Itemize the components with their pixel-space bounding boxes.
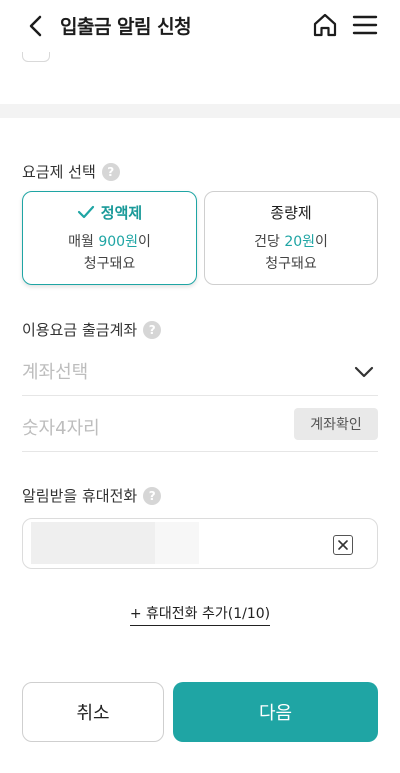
plan-price: 20원 bbox=[284, 233, 316, 250]
account-section-label: 이용요금 출금계좌 ? bbox=[22, 319, 162, 340]
menu-button[interactable] bbox=[351, 11, 379, 39]
plan-desc-line2: 청구돼요 bbox=[83, 255, 136, 272]
page-title: 입출금 알림 신청 bbox=[60, 16, 192, 38]
clear-phone-button[interactable] bbox=[333, 535, 353, 555]
account-select[interactable]: 계좌선택 bbox=[22, 352, 378, 396]
chevron-left-icon bbox=[29, 15, 42, 37]
add-phone-link[interactable]: + 휴대전화 추가(1/10) bbox=[129, 606, 271, 626]
scrolled-checkbox-edge bbox=[22, 52, 50, 62]
plan-section-label: 요금제 선택 ? bbox=[22, 161, 120, 182]
account-pin-field[interactable]: 숫자4자리 계좌확인 bbox=[22, 408, 378, 452]
verify-account-button[interactable]: 계좌확인 bbox=[294, 408, 378, 440]
plan-description: 매월 900원이 청구돼요 bbox=[68, 231, 151, 275]
plan-price: 900원 bbox=[98, 233, 138, 250]
account-pin-placeholder: 숫자4자리 bbox=[22, 418, 100, 439]
next-button[interactable]: 다음 bbox=[173, 682, 378, 742]
section-divider bbox=[0, 104, 400, 118]
plan-name-text: 종량제 bbox=[270, 203, 312, 222]
plan-card-flat-rate[interactable]: 정액제 매월 900원이 청구돼요 bbox=[22, 191, 197, 285]
account-select-placeholder: 계좌선택 bbox=[22, 362, 89, 383]
cancel-button[interactable]: 취소 bbox=[22, 682, 164, 742]
home-icon bbox=[313, 13, 337, 37]
help-icon[interactable]: ? bbox=[143, 320, 162, 339]
plan-desc-line2: 청구돼요 bbox=[265, 255, 317, 272]
back-button[interactable] bbox=[22, 12, 50, 40]
plan-desc-prefix: 건당 bbox=[254, 233, 285, 250]
phone-label-text: 알림받을 휴대전화 bbox=[22, 487, 138, 505]
add-phone-link-row: + 휴대전화 추가(1/10) bbox=[0, 603, 400, 626]
hamburger-menu-icon bbox=[352, 15, 378, 35]
chevron-down-icon bbox=[354, 366, 374, 378]
plan-card-usage-based[interactable]: 종량제 건당 20원이 청구돼요 bbox=[204, 191, 378, 285]
plan-desc-prefix: 매월 bbox=[68, 233, 99, 250]
close-icon bbox=[338, 540, 348, 550]
app-header: 입출금 알림 신청 bbox=[0, 0, 400, 52]
plan-description: 건당 20원이 청구돼요 bbox=[254, 231, 328, 275]
redacted-phone-number-fade bbox=[155, 522, 199, 564]
phone-number-field[interactable] bbox=[22, 518, 378, 569]
plan-name-text: 정액제 bbox=[100, 203, 143, 222]
account-label-text: 이용요금 출금계좌 bbox=[22, 321, 138, 339]
plan-desc-suffix: 이 bbox=[315, 233, 328, 250]
plan-desc-suffix: 이 bbox=[137, 233, 151, 250]
help-icon[interactable]: ? bbox=[143, 486, 162, 505]
check-icon bbox=[77, 205, 94, 219]
redacted-phone-number bbox=[31, 522, 155, 564]
home-button[interactable] bbox=[311, 11, 339, 39]
plan-name: 종량제 bbox=[270, 202, 311, 223]
phone-section-label: 알림받을 휴대전화 ? bbox=[22, 485, 162, 506]
plan-label-text: 요금제 선택 bbox=[22, 163, 96, 181]
plan-name: 정액제 bbox=[77, 202, 142, 223]
help-icon[interactable]: ? bbox=[101, 162, 120, 181]
